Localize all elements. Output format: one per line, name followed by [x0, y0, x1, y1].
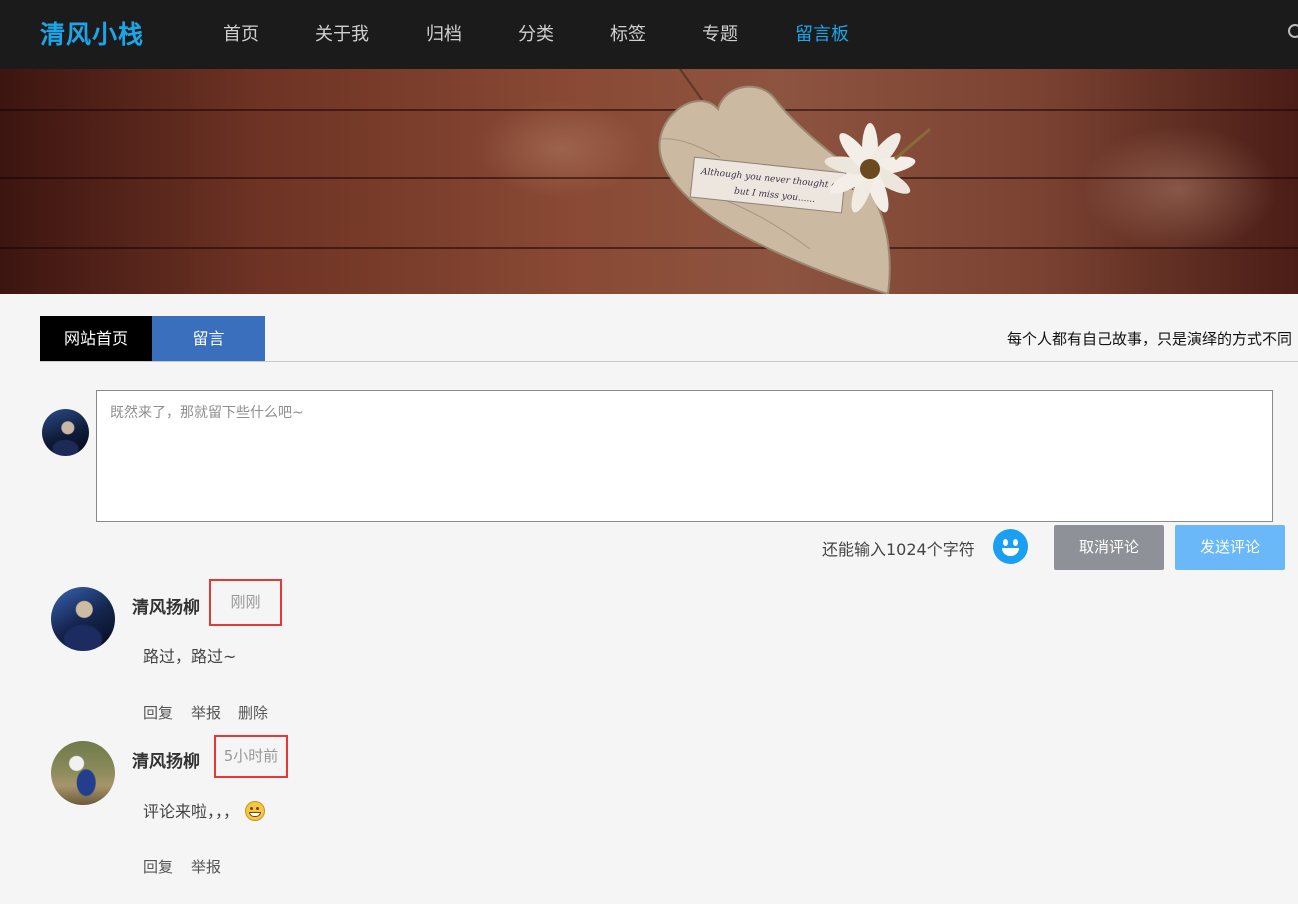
nav-item-topics[interactable]: 专题 [702, 22, 738, 48]
cancel-comment-button[interactable]: 取消评论 [1054, 525, 1164, 570]
reply-button[interactable]: 回复 [143, 856, 173, 877]
nav-item-guestbook[interactable]: 留言板 [795, 22, 849, 48]
smile-icon[interactable] [993, 529, 1028, 564]
comment-author[interactable]: 清风扬柳 [132, 747, 200, 772]
send-comment-button[interactable]: 发送评论 [1175, 525, 1285, 570]
comment-text: 评论来啦，，， [143, 798, 266, 822]
nav-item-tags[interactable]: 标签 [610, 22, 646, 48]
avatar[interactable] [51, 587, 115, 651]
grin-icon [245, 801, 266, 821]
site-logo[interactable]: 清风小栈 [40, 17, 144, 53]
comment-time: 5小时前 [214, 735, 288, 778]
header-banner: Although you never thought of me but I m… [0, 69, 1298, 294]
comment-author[interactable]: 清风扬柳 [132, 593, 200, 618]
smile-icon-eye [1003, 539, 1008, 546]
comment-text: 路过，路过~ [143, 647, 237, 666]
nav-item-about[interactable]: 关于我 [315, 22, 369, 48]
nav-item-archive[interactable]: 归档 [426, 22, 462, 48]
comment-text-content: 评论来啦，，， [143, 802, 240, 821]
reply-button[interactable]: 回复 [143, 702, 173, 723]
char-count: 还能输入1024个字符 [822, 540, 975, 559]
comment-input[interactable] [96, 390, 1273, 522]
nav-item-category[interactable]: 分类 [518, 22, 554, 48]
site-motto: 每个人都有自己故事，只是演绎的方式不同 [1007, 330, 1293, 348]
nav-item-home[interactable]: 首页 [223, 22, 259, 48]
search-icon[interactable] [1288, 24, 1298, 38]
smile-icon-eye [1013, 539, 1018, 546]
delete-button[interactable]: 删除 [238, 702, 268, 723]
comment-time: 刚刚 [209, 579, 282, 626]
smile-icon-mouth [1002, 548, 1019, 556]
content-tabbar: 网站首页 留言 每个人都有自己故事，只是演绎的方式不同 [40, 316, 1298, 362]
current-user-avatar [42, 409, 89, 456]
wooden-heart-image: Although you never thought of me but I m… [658, 69, 931, 294]
report-button[interactable]: 举报 [191, 856, 221, 877]
tab-message[interactable]: 留言 [152, 316, 265, 361]
tab-site-home[interactable]: 网站首页 [40, 316, 152, 361]
top-navbar: 清风小栈 首页 关于我 归档 分类 标签 专题 留言板 [0, 0, 1298, 69]
report-button[interactable]: 举报 [191, 702, 221, 723]
avatar[interactable] [51, 741, 115, 805]
